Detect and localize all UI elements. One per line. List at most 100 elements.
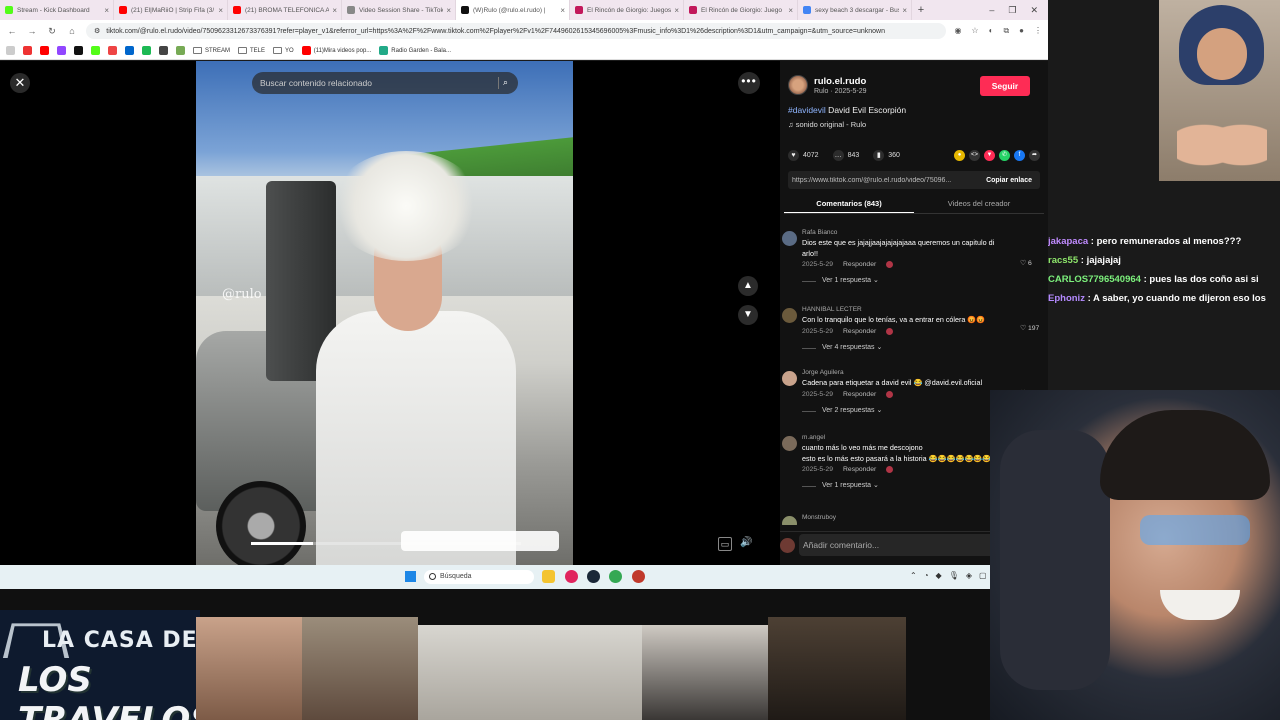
reload-icon[interactable]: ↻ [46, 26, 58, 37]
bookmark-folder-yo[interactable]: YO [273, 47, 294, 54]
apps-icon[interactable] [6, 46, 15, 55]
chrome-icon[interactable] [609, 570, 622, 583]
tray-app-icon[interactable]: ▢ [979, 571, 987, 580]
tiktok-icon[interactable] [74, 46, 83, 55]
extensions-icon[interactable]: ⧉ [1003, 26, 1009, 36]
coin-icon[interactable]: ● [954, 149, 965, 161]
browser-tab[interactable]: (21) BROMA TELEFÓNICA A × [228, 0, 342, 20]
related-search-input[interactable]: Buscar contenido relacionado ⌕ [252, 72, 518, 94]
url-field[interactable]: ⚙ tiktok.com/@rulo.el.rudo/video/7509623… [86, 23, 947, 39]
view-replies-button[interactable]: Ver 1 respuesta ⌄ [802, 481, 1012, 489]
home-icon[interactable]: ⌂ [66, 26, 78, 36]
repost-icon[interactable]: ▼ [984, 149, 995, 161]
comment-author[interactable]: Monstruboy [802, 514, 1012, 521]
forward-icon[interactable]: → [26, 26, 38, 36]
comment-author[interactable]: m.angel [802, 434, 1012, 441]
media-app-icon[interactable] [565, 570, 578, 583]
browser-tab[interactable]: (21) El|MaRiiO | Strip Fifa (3/× [114, 0, 228, 20]
sound-link[interactable]: ♫ sonido original - Rulo [788, 120, 866, 129]
bookmark-icon[interactable] [23, 46, 32, 55]
close-tab-icon[interactable]: × [560, 6, 565, 15]
windows-start-icon[interactable] [405, 571, 416, 582]
author-info[interactable]: rulo.el.rudo Rulo · 2025-5-29 [788, 75, 867, 95]
tray-app-icon[interactable]: ◔ [924, 571, 929, 580]
app-icon[interactable] [632, 570, 645, 583]
avatar[interactable] [782, 516, 797, 525]
bookmark-icon[interactable] [176, 46, 185, 55]
browser-tab[interactable]: El Rincón de Giorgio: Juegos × [570, 0, 684, 20]
search-icon[interactable]: ⌕ [498, 77, 510, 89]
view-replies-button[interactable]: Ver 2 respuestas ⌄ [802, 406, 1012, 414]
close-tab-icon[interactable]: × [332, 6, 337, 15]
bookmark-icon[interactable] [142, 46, 151, 55]
whatsapp-icon[interactable]: ✆ [999, 149, 1010, 161]
reply-button[interactable]: Responder [843, 466, 876, 473]
copy-link-button[interactable]: Copiar enlace [978, 177, 1040, 184]
site-info-icon[interactable]: ⚙ [94, 27, 100, 35]
close-tab-icon[interactable]: × [446, 6, 451, 15]
facebook-icon[interactable]: f [1014, 149, 1025, 161]
view-replies-button[interactable]: Ver 1 respuesta ⌄ [802, 276, 1012, 284]
tray-app-icon[interactable]: ◆ [936, 571, 942, 580]
avatar[interactable] [782, 308, 797, 323]
reply-button[interactable]: Responder [843, 261, 876, 268]
cast-icon[interactable]: ◐ [989, 26, 994, 36]
bookmark-item[interactable]: Radio Garden - Bala... [379, 46, 451, 55]
bookmark-icon[interactable] [108, 46, 117, 55]
video-player[interactable]: @rulo Buscar contenido relacionado ⌕ [196, 61, 573, 565]
comments-button[interactable]: … 843 [832, 149, 859, 161]
comment-author[interactable]: Rafa Bianco [802, 229, 1012, 236]
author-handle[interactable]: rulo.el.rudo [814, 76, 867, 87]
avatar[interactable] [782, 231, 797, 246]
view-replies-button[interactable]: Ver 4 respuestas ⌄ [802, 343, 1012, 351]
browser-tab[interactable]: Video Session Share - TikTok × [342, 0, 456, 20]
video-progress-bar[interactable] [251, 542, 521, 545]
twitch-icon[interactable] [57, 46, 66, 55]
previous-video-icon[interactable]: ▲ [738, 276, 758, 296]
comment-like-button[interactable]: ♡ 197 [1020, 324, 1039, 332]
menu-icon[interactable]: ⋮ [1034, 26, 1042, 36]
profile-icon[interactable]: ● [1019, 26, 1024, 36]
close-icon[interactable]: ✕ [10, 73, 30, 93]
save-button[interactable]: ▮ 360 [873, 149, 900, 161]
browser-tab[interactable]: Stream - Kick Dashboard × [0, 0, 114, 20]
next-video-icon[interactable]: ▼ [738, 305, 758, 325]
browser-tab[interactable]: El Rincón de Giorgio: Juego × [684, 0, 798, 20]
close-tab-icon[interactable]: × [788, 6, 793, 15]
follow-button[interactable]: Seguir [980, 76, 1030, 96]
minimize-icon[interactable]: – [989, 5, 994, 16]
taskbar-search[interactable]: Búsqueda [424, 570, 534, 584]
embed-icon[interactable]: <> [969, 149, 980, 161]
back-icon[interactable]: ← [6, 26, 18, 36]
chevron-up-icon[interactable]: ⌃ [910, 571, 917, 580]
like-button[interactable]: ♥ 4072 [788, 149, 819, 161]
bookmark-folder-tele[interactable]: TELE [238, 47, 265, 54]
kick-icon[interactable] [91, 46, 100, 55]
new-tab-button[interactable]: + [912, 4, 930, 16]
close-tab-icon[interactable]: × [218, 6, 223, 15]
close-tab-icon[interactable]: × [902, 6, 907, 15]
avatar[interactable] [788, 75, 808, 95]
youtube-icon[interactable] [40, 46, 49, 55]
maximize-icon[interactable]: ❐ [1008, 5, 1016, 16]
bookmark-folder-stream[interactable]: STREAM [193, 47, 230, 54]
share-icon[interactable]: ➦ [1029, 149, 1040, 161]
close-window-icon[interactable]: ✕ [1030, 5, 1038, 16]
browser-tab[interactable]: sexy beach 3 descargar - Bus × [798, 0, 912, 20]
mini-player-icon[interactable]: ▭ [718, 537, 732, 551]
hashtag-link[interactable]: #davidevil [788, 105, 826, 115]
bookmark-icon[interactable] [159, 46, 168, 55]
comment-like-button[interactable]: ♡ 6 [1020, 259, 1032, 267]
bookmark-item[interactable]: (11)Mira videos pop... [301, 46, 371, 55]
microphone-icon[interactable]: 🎙 [949, 571, 959, 580]
tab-comments[interactable]: Comentarios (843) [784, 196, 914, 213]
close-tab-icon[interactable]: × [104, 6, 109, 15]
more-options-icon[interactable]: ••• [738, 72, 760, 94]
reply-button[interactable]: Responder [843, 328, 876, 335]
volume-icon[interactable]: 🔊 [740, 537, 756, 551]
tray-app-icon[interactable]: ◈ [966, 571, 972, 580]
comment-author[interactable]: Jorge Aguilera [802, 369, 1012, 376]
bookmark-icon[interactable] [125, 46, 134, 55]
file-explorer-icon[interactable] [542, 570, 555, 583]
close-tab-icon[interactable]: × [674, 6, 679, 15]
